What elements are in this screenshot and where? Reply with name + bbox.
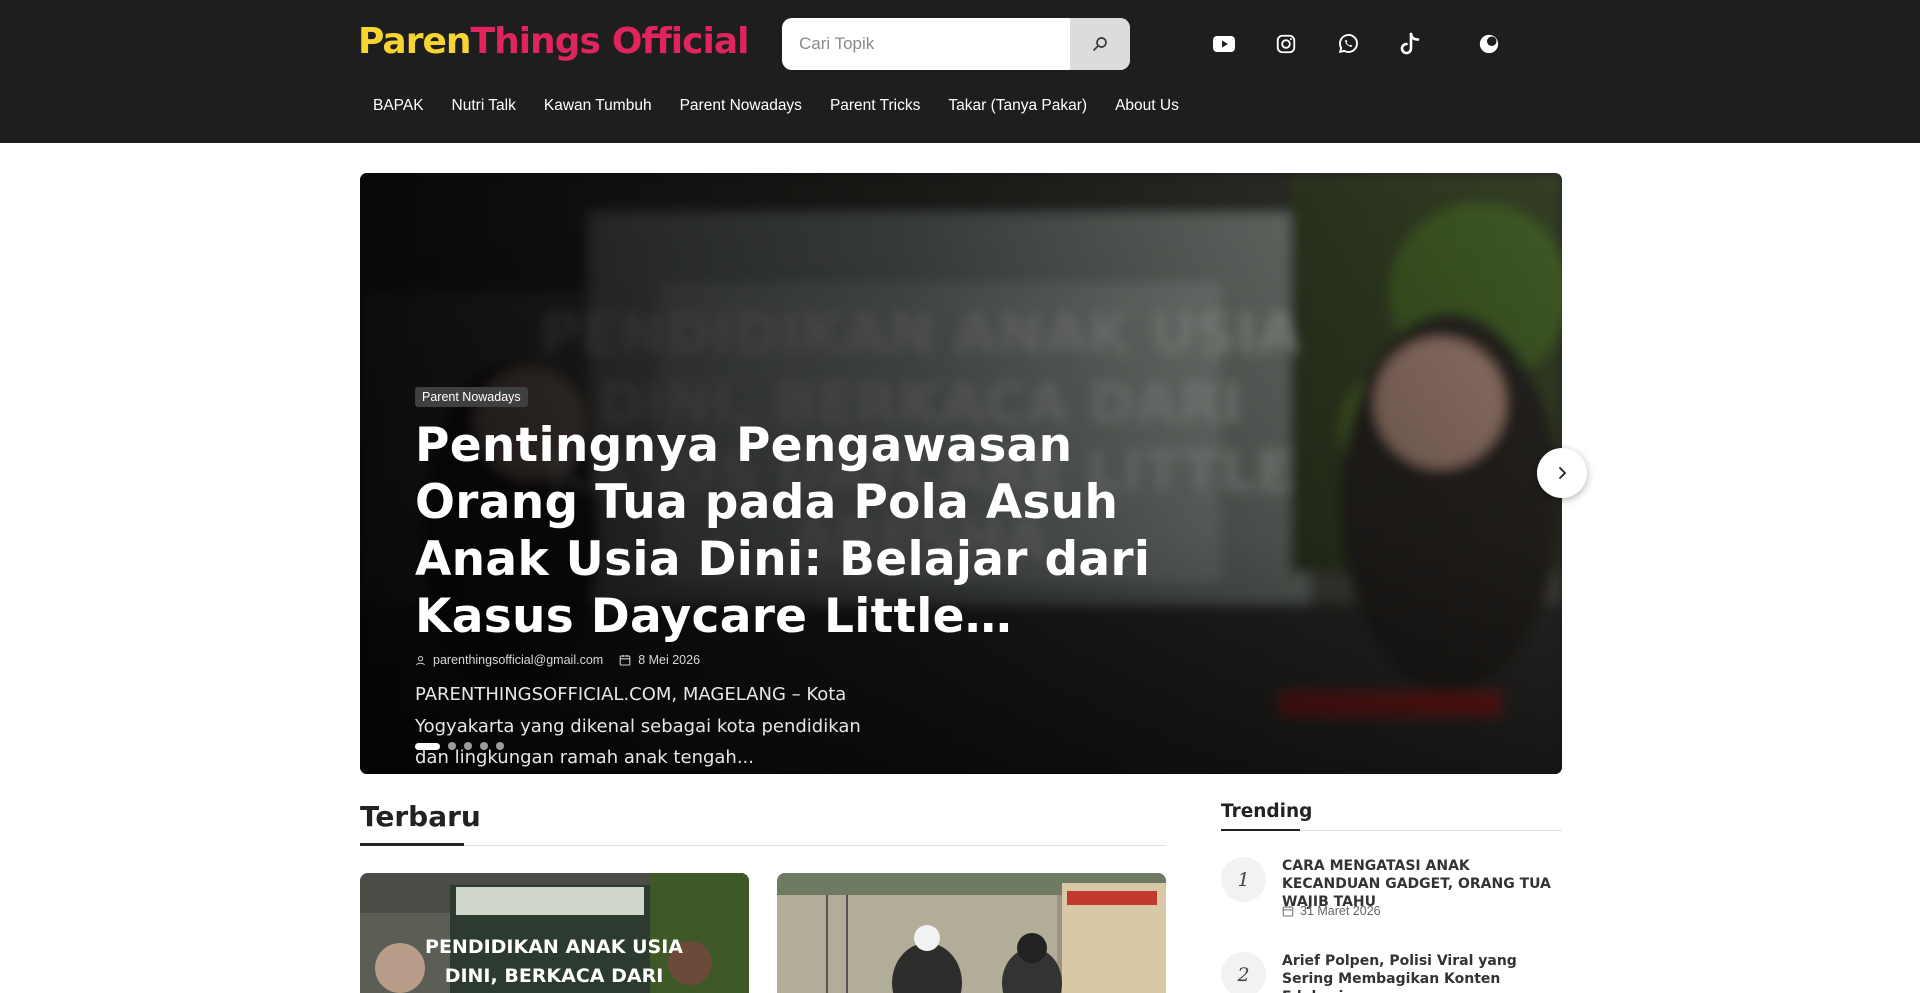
instagram-icon — [1276, 34, 1296, 54]
search-bar — [782, 18, 1130, 70]
nav-item-takar[interactable]: Takar (Tanya Pakar) — [948, 97, 1087, 115]
whatsapp-icon — [1339, 34, 1358, 53]
youtube-link[interactable] — [1210, 30, 1238, 58]
logo-text-official: Official — [611, 20, 750, 62]
hero-title[interactable]: Pentingnya Pengawasan Orang Tua pada Pol… — [415, 417, 1235, 645]
author-meta: parenthingsofficial@gmail.com — [415, 653, 603, 667]
latest-section-header: Terbaru — [360, 800, 481, 833]
date-meta: 8 Mei 2026 — [619, 653, 700, 667]
logo-text-paren: Paren — [358, 20, 472, 62]
hero-content: Parent Nowadays Pentingnya Pengawasan Or… — [415, 387, 1235, 774]
latest-heading-underline — [360, 843, 464, 846]
slider-next-button[interactable] — [1537, 448, 1587, 498]
trending-rank: 2 — [1221, 952, 1266, 993]
nav-item-parent-tricks[interactable]: Parent Tricks — [830, 97, 920, 115]
trending-date: 31 Maret 2026 — [1282, 904, 1381, 918]
trending-rank: 1 — [1221, 857, 1266, 902]
slider-dot-1[interactable] — [415, 742, 440, 750]
dark-mode-toggle[interactable] — [1475, 30, 1503, 58]
article-thumbnail: PENDIDIKAN ANAK USIA DINI, BERKACA DARI — [360, 873, 749, 993]
trending-title[interactable]: CARA MENGATASI ANAK KECANDUAN GADGET, OR… — [1282, 857, 1567, 911]
trending-heading: Trending — [1221, 801, 1313, 822]
whatsapp-link[interactable] — [1334, 30, 1362, 58]
article-card[interactable] — [777, 873, 1166, 993]
latest-heading: Terbaru — [360, 800, 481, 833]
youtube-icon — [1213, 36, 1235, 52]
hero-slider[interactable]: PENDIDIKAN ANAK USIA DINI, BERKACA DARI … — [360, 173, 1562, 774]
slider-dot-3[interactable] — [464, 742, 472, 750]
calendar-icon — [1282, 906, 1294, 917]
user-icon — [416, 655, 425, 665]
card-image-text-1: PENDIDIKAN ANAK USIA — [425, 936, 683, 958]
tiktok-icon — [1400, 32, 1420, 55]
nav-item-about-us[interactable]: About Us — [1115, 97, 1179, 115]
calendar-icon — [619, 655, 631, 666]
chevron-right-icon — [1559, 467, 1566, 479]
slider-dot-2[interactable] — [448, 742, 456, 750]
trending-date-text: 31 Maret 2026 — [1300, 904, 1381, 918]
nav-item-kawan-tumbuh[interactable]: Kawan Tumbuh — [544, 97, 652, 115]
nav-item-bapak[interactable]: BAPAK — [373, 97, 424, 115]
tiktok-link[interactable] — [1396, 30, 1424, 58]
instagram-link[interactable] — [1272, 30, 1300, 58]
hero-excerpt: PARENTHINGSOFFICIAL.COM, MAGELANG – Kota… — [415, 684, 861, 768]
nav-item-parent-nowadays[interactable]: Parent Nowadays — [680, 97, 802, 115]
logo-text-things: Things — [470, 20, 601, 62]
slider-dot-4[interactable] — [480, 742, 488, 750]
trending-heading-underline — [1221, 829, 1300, 831]
search-input[interactable] — [782, 18, 1070, 70]
main-navigation: BAPAK Nutri Talk Kawan Tumbuh Parent Now… — [355, 96, 1193, 116]
article-card[interactable]: PENDIDIKAN ANAK USIA DINI, BERKACA DARI — [360, 873, 749, 993]
latest-divider — [360, 845, 1166, 846]
slider-pagination — [415, 742, 512, 750]
category-badge[interactable]: Parent Nowadays — [415, 387, 528, 407]
slider-dot-5[interactable] — [496, 742, 504, 750]
card-image-text-2: DINI, BERKACA DARI — [445, 965, 664, 987]
hero-meta: parenthingsofficial@gmail.com 8 Mei 2026 — [415, 653, 1235, 667]
nav-item-nutri-talk[interactable]: Nutri Talk — [452, 97, 516, 115]
dark-mode-toggle-icon — [1479, 34, 1499, 54]
site-logo[interactable]: Paren Things Official — [358, 18, 750, 64]
trending-title[interactable]: Arief Polpen, Polisi Viral yang Sering M… — [1282, 952, 1567, 993]
search-button[interactable] — [1070, 18, 1130, 70]
search-icon — [1093, 37, 1107, 51]
publish-date: 8 Mei 2026 — [638, 653, 701, 667]
author-name[interactable]: parenthingsofficial@gmail.com — [433, 653, 603, 667]
article-thumbnail — [777, 873, 1166, 993]
site-header: ParenThingsOfficial BAPAK Nutri Talk Kaw… — [0, 0, 1920, 143]
